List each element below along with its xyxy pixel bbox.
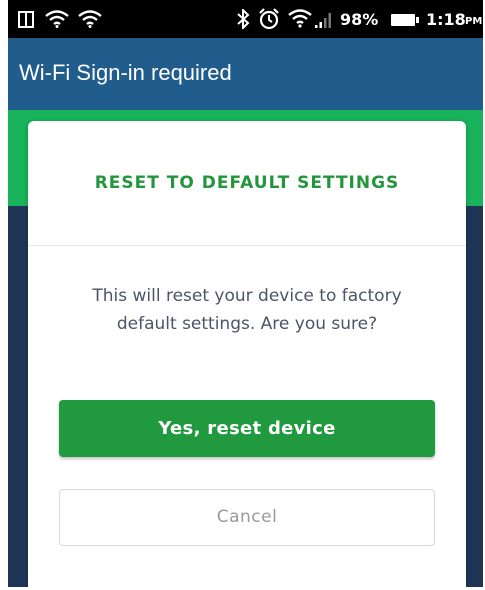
wifi-icon bbox=[45, 10, 69, 28]
bluetooth-icon bbox=[237, 9, 250, 29]
dialog-message: This will reset your device to factory d… bbox=[92, 286, 402, 334]
reset-dialog: RESET TO DEFAULT SETTINGS This will rese… bbox=[28, 121, 466, 587]
wifi-alt-icon bbox=[78, 10, 102, 28]
wifi-signal-icon bbox=[288, 9, 312, 28]
battery-icon bbox=[391, 14, 419, 26]
dialog-title: RESET TO DEFAULT SETTINGS bbox=[94, 173, 400, 193]
battery-percent: 98% bbox=[340, 10, 379, 29]
app-bar: Wi-Fi Sign-in required bbox=[8, 38, 483, 110]
confirm-reset-button[interactable]: Yes, reset device bbox=[59, 400, 435, 457]
cancel-button[interactable]: Cancel bbox=[59, 489, 435, 546]
app-bar-title: Wi-Fi Sign-in required bbox=[19, 60, 232, 85]
clock-time: 1:18 bbox=[426, 10, 466, 29]
dialog-divider bbox=[28, 245, 466, 246]
status-bar: 98% 1:18 PM bbox=[8, 0, 483, 38]
clock-suffix: PM bbox=[465, 16, 483, 27]
screen-icon bbox=[18, 11, 34, 28]
phone-screen: 98% 1:18 PM Wi-Fi Sign-in required RESET… bbox=[8, 0, 483, 587]
alarm-icon bbox=[259, 8, 279, 30]
cell-signal-icon bbox=[315, 13, 331, 28]
